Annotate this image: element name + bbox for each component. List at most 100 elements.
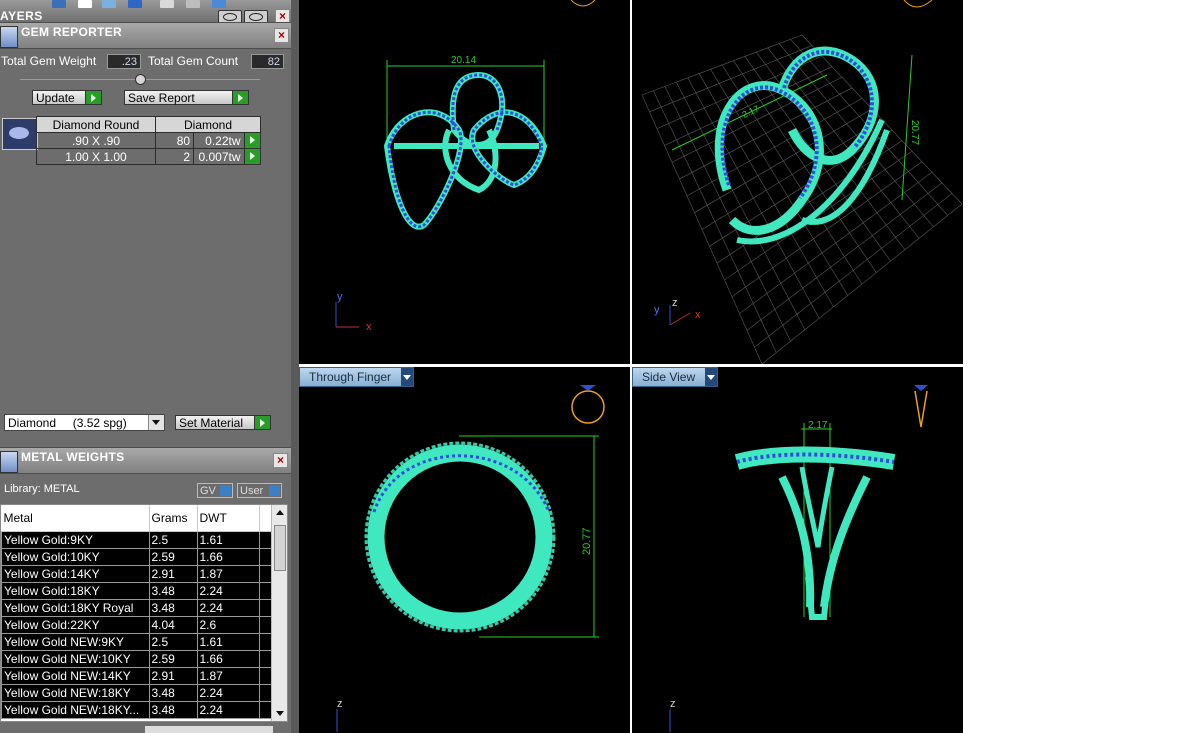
metal-grams: 2.59 — [148, 548, 198, 566]
viewport-perspective[interactable]: 20.77 2.17 y z x — [632, 0, 963, 364]
view-select-through-finger[interactable]: Through Finger — [299, 367, 415, 387]
resize-handle[interactable] — [135, 74, 146, 85]
layers-header: AYERS × — [0, 0, 291, 24]
metal-name: Yellow Gold:18KY — [1, 582, 150, 600]
ring-preview-icon — [571, 385, 605, 424]
metal-dwt: 1.66 — [196, 650, 260, 668]
gem-reporter-icon — [0, 26, 18, 48]
gem-size: .90 X .90 — [36, 132, 156, 149]
total-gem-count-label: Total Gem Count — [148, 54, 239, 68]
column-header-dwt[interactable]: DWT — [197, 505, 260, 532]
metal-grams: 2.5 — [148, 531, 198, 549]
metal-dwt: 1.61 — [196, 531, 260, 549]
metal-name: Yellow Gold:14KY — [1, 565, 150, 583]
table-row[interactable]: Yellow Gold:18KY 3.48 2.24 — [1, 582, 276, 600]
ring-side-model — [734, 446, 896, 620]
metal-grams: 3.48 — [148, 582, 198, 600]
material-select-value: Diamond (3.52 spg) — [8, 416, 127, 430]
metal-grams: 3.48 — [148, 684, 198, 702]
table-row[interactable]: Yellow Gold NEW:18KY 3.48 2.24 — [1, 684, 276, 702]
metal-grams: 2.91 — [148, 565, 198, 583]
toolbar-icon[interactable] — [186, 0, 200, 8]
toolbar-icon[interactable] — [212, 0, 226, 8]
chevron-down-icon[interactable] — [705, 368, 718, 386]
column-header-grams[interactable]: Grams — [149, 505, 198, 532]
viewport-top[interactable]: 20.14 y x — [299, 0, 630, 364]
gem-weight: 0.22tw — [193, 132, 245, 149]
toolbar-icon[interactable] — [102, 0, 116, 8]
dimension-label: 2.17 — [741, 103, 761, 119]
gem-thumbnail — [2, 118, 38, 150]
metal-dwt: 1.87 — [196, 667, 260, 685]
scroll-up-icon[interactable] — [272, 505, 287, 519]
toolbar-icon[interactable] — [78, 0, 92, 8]
gem-table-header: Diamond — [155, 116, 261, 133]
vertical-scrollbar[interactable] — [271, 505, 287, 721]
table-row[interactable]: Yellow Gold:18KY Royal 3.48 2.24 — [1, 599, 276, 617]
set-material-button[interactable]: Set Material — [175, 415, 271, 430]
metal-name: Yellow Gold NEW:14KY — [1, 667, 150, 685]
view-label: Side View — [642, 370, 696, 384]
update-button[interactable]: Update — [32, 90, 102, 105]
axis-x-label: x — [695, 309, 701, 321]
gem-table-header: Diamond Round — [36, 116, 156, 133]
table-row[interactable]: Yellow Gold NEW:14KY 2.91 1.87 — [1, 667, 276, 685]
close-icon[interactable]: × — [274, 28, 289, 43]
axis-z-label: z — [672, 297, 678, 309]
metal-weights-table[interactable]: Metal Grams DWT Yellow Gold:9KY 2.5 1.61 Ye… — [0, 504, 288, 722]
panel-splitter[interactable] — [291, 0, 299, 733]
metal-name: Yellow Gold NEW:10KY — [1, 650, 150, 668]
play-icon[interactable] — [243, 148, 262, 165]
metal-grams: 3.48 — [148, 599, 198, 617]
ring-preview-icon — [570, 0, 596, 7]
toolbar-icon[interactable] — [128, 0, 142, 8]
table-row[interactable]: Yellow Gold NEW:10KY 2.59 1.66 — [1, 650, 276, 668]
close-icon[interactable]: × — [273, 453, 288, 468]
play-icon — [232, 91, 248, 104]
table-row[interactable]: Yellow Gold:22KY 4.04 2.6 — [1, 616, 276, 634]
save-report-button[interactable]: Save Report — [124, 90, 249, 105]
gem-table-row[interactable]: 1.00 X 1.00 2 0.007tw — [36, 148, 262, 165]
dimension-label: 20.14 — [451, 55, 476, 66]
horizontal-scrollbar[interactable] — [145, 726, 273, 733]
table-row[interactable]: Yellow Gold:9KY 2.5 1.61 — [1, 531, 276, 549]
column-header-metal[interactable]: Metal — [1, 505, 150, 532]
table-row[interactable]: Yellow Gold NEW:9KY 2.5 1.61 — [1, 633, 276, 651]
ring-front-model — [364, 441, 556, 633]
chevron-down-icon[interactable] — [401, 368, 414, 386]
table-row[interactable]: Yellow Gold NEW:18KY... 3.48 2.24 — [1, 701, 276, 719]
ring-preview-icon — [903, 0, 933, 8]
scroll-down-icon[interactable] — [272, 707, 287, 721]
metal-dwt: 2.24 — [196, 582, 260, 600]
metal-name: Yellow Gold:22KY — [1, 616, 150, 634]
toolbar-icon[interactable] — [52, 0, 66, 8]
front-view-canvas: 20.77 z — [336, 385, 605, 732]
metal-dwt: 2.24 — [196, 701, 260, 719]
chevron-down-icon[interactable] — [148, 415, 164, 430]
library-label: Library: METAL — [4, 483, 80, 495]
metal-name: Yellow Gold NEW:9KY — [1, 633, 150, 651]
scroll-thumb[interactable] — [274, 525, 286, 571]
gem-table-row[interactable]: .90 X .90 80 0.22tw — [36, 132, 262, 149]
table-row[interactable]: Yellow Gold:10KY 2.59 1.66 — [1, 548, 276, 566]
table-row[interactable]: Yellow Gold:14KY 2.91 1.87 — [1, 565, 276, 583]
perspective-canvas: 20.77 2.17 y z x — [641, 0, 963, 364]
gem-table: Diamond Round Diamond .90 X .90 80 0.22t… — [36, 116, 262, 165]
user-button[interactable]: User — [237, 483, 282, 498]
ring-top-model — [383, 71, 548, 230]
toolbar-icon[interactable] — [160, 0, 174, 8]
dimension-label: 2.17 — [808, 420, 828, 431]
view-select-side-view[interactable]: Side View — [632, 367, 719, 387]
metal-dwt: 1.87 — [196, 565, 260, 583]
metal-grams: 2.59 — [148, 650, 198, 668]
viewport-front[interactable]: 20.77 z Through Finger — [299, 367, 630, 733]
metal-dwt: 1.61 — [196, 633, 260, 651]
material-select[interactable]: Diamond (3.52 spg) — [4, 414, 165, 431]
metal-grams: 2.91 — [148, 667, 198, 685]
gem-size: 1.00 X 1.00 — [36, 148, 156, 165]
ring-preview-icon — [914, 385, 928, 428]
play-icon[interactable] — [243, 132, 262, 149]
viewport-side[interactable]: 2.17 z Side View — [632, 367, 963, 733]
gv-button[interactable]: GV — [197, 483, 233, 498]
view-label: Through Finger — [309, 370, 392, 384]
